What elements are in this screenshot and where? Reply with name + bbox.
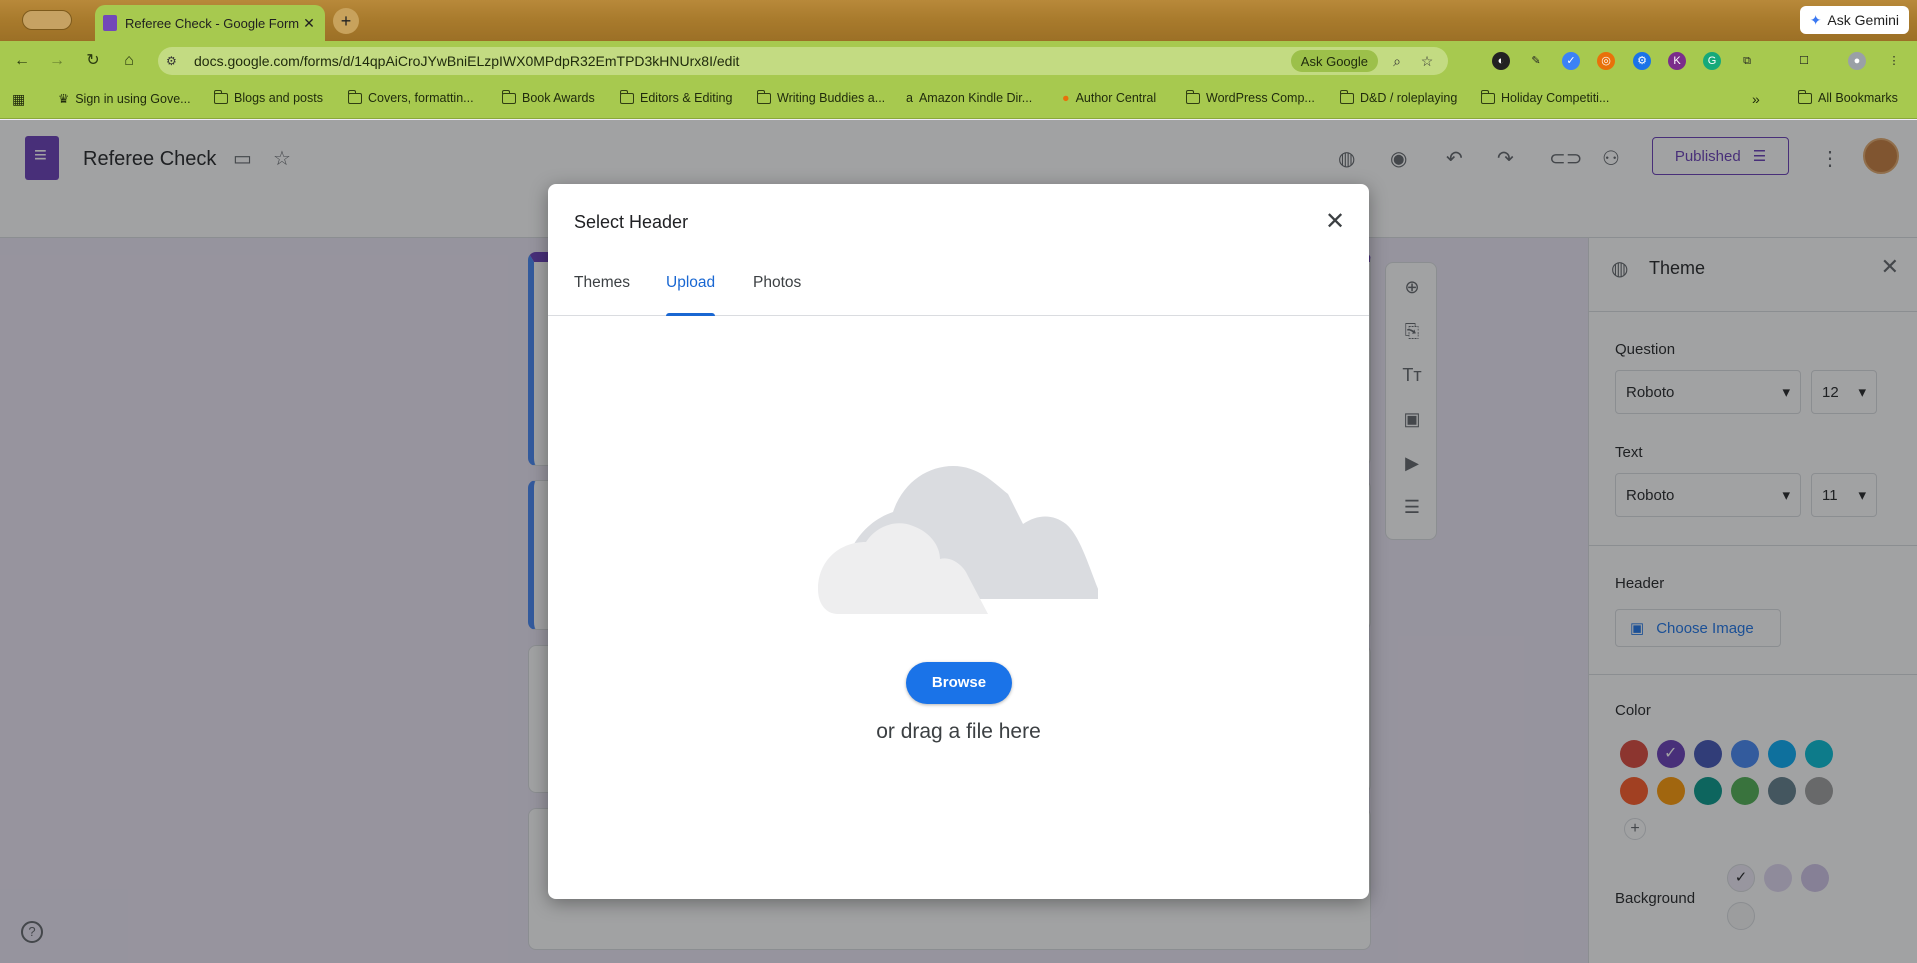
dialog-tabs: Themes Upload Photos: [548, 274, 1369, 316]
select-header-dialog: Select Header ✕ Themes Upload Photos Bro…: [548, 184, 1369, 899]
bookmark-label: Sign in using Gove...: [75, 91, 191, 106]
crown-icon: ♛: [58, 92, 70, 106]
tab-title: Referee Check - Google Form: [125, 15, 300, 31]
forward-icon[interactable]: →: [47, 51, 67, 71]
drag-drop-hint: or drag a file here: [876, 720, 1041, 743]
bookmark-star-icon[interactable]: ☆: [1418, 53, 1436, 70]
folder-icon: [1339, 89, 1354, 104]
author-central-icon: ●: [1062, 91, 1070, 105]
dialog-title: Select Header: [574, 212, 689, 232]
bookmark-folder[interactable]: Writing Buddies a...: [756, 89, 886, 105]
browser-toolbar: ← → ↻ ⌂ ⚙ docs.google.com/forms/d/14qpAi…: [0, 41, 1917, 81]
folder-icon: [756, 89, 771, 104]
bookmark-folder[interactable]: WordPress Comp...: [1185, 89, 1315, 105]
more-bookmarks-button[interactable]: »: [1752, 91, 1760, 107]
bookmark-label: Holiday Competiti...: [1501, 91, 1610, 105]
folder-icon: [1797, 89, 1812, 104]
address-bar[interactable]: ⚙ docs.google.com/forms/d/14qpAiCroJYwBn…: [158, 47, 1448, 75]
cloud-upload-illustration: [818, 466, 1098, 614]
browse-button[interactable]: Browse: [906, 662, 1012, 704]
all-bookmarks-button[interactable]: All Bookmarks: [1797, 89, 1898, 105]
bookmarks-bar: ▦ ♛ Sign in using Gove... Blogs and posts…: [0, 81, 1917, 119]
folder-icon: [1480, 89, 1495, 104]
pen-extension-icon[interactable]: ✎: [1527, 52, 1545, 70]
bookmark-folder[interactable]: Covers, formattin...: [347, 89, 474, 105]
bookmark-label: Writing Buddies a...: [777, 91, 886, 105]
folder-icon: [1185, 89, 1200, 104]
new-tab-button[interactable]: +: [333, 8, 359, 34]
close-dialog-icon[interactable]: ✕: [1323, 210, 1347, 234]
ask-google-button[interactable]: Ask Google: [1290, 50, 1378, 72]
folder-icon: [213, 89, 228, 104]
ask-google-label: Ask Google: [1300, 53, 1368, 69]
profile-avatar[interactable]: ●: [1848, 52, 1866, 70]
bookmark-folder[interactable]: Book Awards: [501, 89, 595, 105]
extension-icon[interactable]: G: [1703, 52, 1721, 70]
extensions-puzzle-icon[interactable]: ⧉: [1738, 52, 1756, 70]
tab-photos[interactable]: Photos: [753, 274, 801, 316]
bookmark-label: Amazon Kindle Dir...: [918, 91, 1033, 105]
bookmark-label: Editors & Editing: [640, 91, 733, 105]
extension-icon[interactable]: ✓: [1562, 52, 1580, 70]
url-text[interactable]: docs.google.com/forms/d/14qpAiCroJYwBniE…: [188, 53, 1291, 69]
extension-icon[interactable]: ◎: [1597, 52, 1615, 70]
bookmark-item[interactable]: ● Author Central: [1062, 91, 1156, 105]
extension-icon[interactable]: ◐: [1492, 52, 1510, 70]
zoom-icon[interactable]: ⌕: [1388, 53, 1406, 70]
bookmark-folder[interactable]: D&D / roleplaying: [1339, 89, 1458, 105]
folder-icon: [619, 89, 634, 104]
ask-gemini-label: Ask Gemini: [1827, 12, 1899, 28]
tab-upload[interactable]: Upload: [666, 274, 716, 316]
bookmark-label: WordPress Comp...: [1206, 91, 1315, 105]
bookmark-folder[interactable]: Blogs and posts: [213, 89, 323, 105]
bookmark-item[interactable]: a Amazon Kindle Dir...: [906, 91, 1032, 105]
folder-icon: [501, 89, 516, 104]
folder-icon: [347, 89, 362, 104]
bookmark-label: Covers, formattin...: [368, 91, 474, 105]
reading-list-icon[interactable]: ☐: [1795, 52, 1813, 70]
all-bookmarks-label: All Bookmarks: [1818, 91, 1898, 105]
back-icon[interactable]: ←: [12, 51, 32, 71]
close-tab-icon[interactable]: ✕: [301, 15, 317, 32]
tab-themes[interactable]: Themes: [574, 274, 630, 316]
extension-icon[interactable]: ⚙: [1633, 52, 1651, 70]
ask-gemini-button[interactable]: ✦ Ask Gemini: [1799, 6, 1909, 34]
apps-grid-icon[interactable]: ▦: [12, 91, 25, 108]
bookmark-folder[interactable]: Holiday Competiti...: [1480, 89, 1610, 105]
bookmark-label: Book Awards: [522, 91, 595, 105]
site-info-icon[interactable]: ⚙: [166, 54, 188, 68]
amazon-icon: a: [906, 91, 913, 105]
bookmark-label: Blogs and posts: [234, 91, 323, 105]
browser-tab-strip: Referee Check - Google Form ✕ + ✦ Ask Ge…: [0, 0, 1917, 41]
browser-tab[interactable]: Referee Check - Google Form ✕: [95, 5, 325, 41]
bookmark-label: Author Central: [1075, 91, 1157, 105]
extension-icon[interactable]: K: [1668, 52, 1686, 70]
gemini-icon: ✦: [1809, 11, 1822, 28]
forms-favicon-icon: [103, 15, 117, 31]
bookmark-label: D&D / roleplaying: [1360, 91, 1458, 105]
tab-group-pill[interactable]: [22, 10, 72, 30]
reload-icon[interactable]: ↻: [83, 51, 103, 71]
browser-menu-icon[interactable]: ⋮: [1885, 52, 1903, 70]
bookmark-folder[interactable]: Editors & Editing: [619, 89, 733, 105]
bookmark-item[interactable]: ♛ Sign in using Gove...: [58, 91, 191, 107]
home-icon[interactable]: ⌂: [119, 51, 139, 71]
